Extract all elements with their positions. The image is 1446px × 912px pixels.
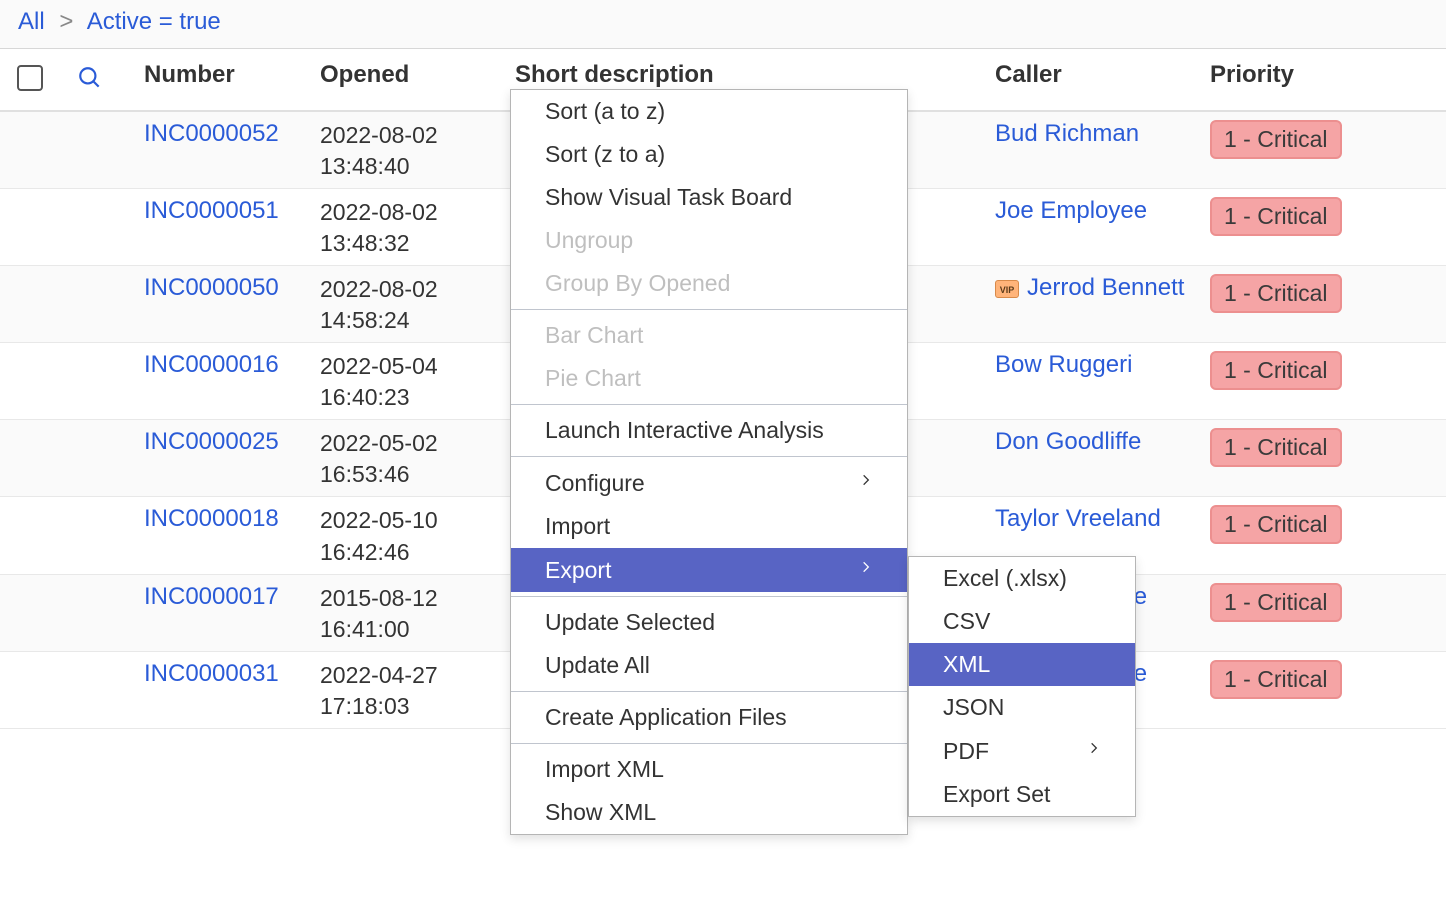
priority-badge: 1 - Critical (1210, 660, 1342, 699)
menu-divider (511, 596, 907, 597)
caller-link[interactable]: Bud Richman (995, 120, 1139, 147)
breadcrumb-sep: > (59, 8, 73, 35)
breadcrumb: All > Active = true (0, 0, 1446, 49)
search-icon[interactable] (77, 65, 103, 98)
opened-timestamp: 2022-08-0214:58:24 (320, 274, 515, 336)
caller-link[interactable]: Jerrod Bennett (1027, 274, 1184, 301)
submenu-pdf[interactable]: PDF (909, 729, 1135, 773)
menu-update-all[interactable]: Update All (511, 644, 907, 687)
col-header-short-description[interactable]: Short description (515, 61, 995, 89)
breadcrumb-all[interactable]: All (18, 8, 45, 35)
submenu-csv[interactable]: CSV (909, 600, 1135, 643)
menu-show-xml[interactable]: Show XML (511, 791, 907, 834)
select-all-checkbox[interactable] (17, 65, 43, 91)
priority-badge: 1 - Critical (1210, 197, 1342, 236)
context-menu: Sort (a to z) Sort (z to a) Show Visual … (510, 89, 908, 835)
submenu-json[interactable]: JSON (909, 686, 1135, 729)
priority-badge: 1 - Critical (1210, 583, 1342, 622)
incident-number-link[interactable]: INC0000018 (144, 505, 279, 532)
vip-icon: VIP (995, 280, 1019, 298)
menu-sort-za[interactable]: Sort (z to a) (511, 133, 907, 176)
submenu-export-set[interactable]: Export Set (909, 773, 1135, 816)
menu-ungroup: Ungroup (511, 219, 907, 262)
incident-number-link[interactable]: INC0000016 (144, 351, 279, 378)
priority-badge: 1 - Critical (1210, 428, 1342, 467)
menu-divider (511, 309, 907, 310)
menu-configure[interactable]: Configure (511, 461, 907, 505)
incident-number-link[interactable]: INC0000050 (144, 274, 279, 301)
menu-divider (511, 456, 907, 457)
chevron-right-icon (859, 469, 873, 497)
caller-link[interactable]: Taylor Vreeland (995, 505, 1161, 532)
opened-timestamp: 2015-08-1216:41:00 (320, 583, 515, 645)
opened-timestamp: 2022-05-1016:42:46 (320, 505, 515, 567)
export-submenu: Excel (.xlsx) CSV XML JSON PDF Export Se… (908, 556, 1136, 817)
menu-pie-chart: Pie Chart (511, 357, 907, 400)
opened-timestamp: 2022-05-0416:40:23 (320, 351, 515, 413)
breadcrumb-filter[interactable]: Active = true (87, 8, 221, 35)
menu-group-by-opened: Group By Opened (511, 262, 907, 305)
caller-link[interactable]: Joe Employee (995, 197, 1147, 224)
incident-number-link[interactable]: INC0000017 (144, 583, 279, 610)
col-header-caller[interactable]: Caller (995, 61, 1210, 89)
caller-link[interactable]: Bow Ruggeri (995, 351, 1132, 378)
opened-timestamp: 2022-08-0213:48:40 (320, 120, 515, 182)
incident-number-link[interactable]: INC0000052 (144, 120, 279, 147)
col-header-priority[interactable]: Priority (1210, 61, 1380, 89)
priority-badge: 1 - Critical (1210, 351, 1342, 390)
menu-bar-chart: Bar Chart (511, 314, 907, 357)
menu-divider (511, 691, 907, 692)
menu-import-xml[interactable]: Import XML (511, 748, 907, 791)
menu-create-application-files[interactable]: Create Application Files (511, 696, 907, 739)
menu-update-selected[interactable]: Update Selected (511, 601, 907, 644)
menu-divider (511, 404, 907, 405)
opened-timestamp: 2022-04-2717:18:03 (320, 660, 515, 722)
menu-launch-interactive-analysis[interactable]: Launch Interactive Analysis (511, 409, 907, 452)
col-header-opened[interactable]: Opened (320, 61, 515, 89)
incident-number-link[interactable]: INC0000031 (144, 660, 279, 687)
priority-badge: 1 - Critical (1210, 505, 1342, 544)
chevron-right-icon (859, 556, 873, 584)
priority-badge: 1 - Critical (1210, 274, 1342, 313)
chevron-right-icon (1087, 737, 1101, 765)
priority-badge: 1 - Critical (1210, 120, 1342, 159)
menu-show-visual-task-board[interactable]: Show Visual Task Board (511, 176, 907, 219)
menu-sort-az[interactable]: Sort (a to z) (511, 90, 907, 133)
submenu-excel[interactable]: Excel (.xlsx) (909, 557, 1135, 600)
col-header-number[interactable]: Number (120, 61, 320, 89)
menu-import[interactable]: Import (511, 505, 907, 548)
menu-divider (511, 743, 907, 744)
incident-number-link[interactable]: INC0000051 (144, 197, 279, 224)
submenu-xml[interactable]: XML (909, 643, 1135, 686)
caller-link[interactable]: Don Goodliffe (995, 428, 1141, 455)
menu-export[interactable]: Export (511, 548, 907, 592)
incident-number-link[interactable]: INC0000025 (144, 428, 279, 455)
opened-timestamp: 2022-05-0216:53:46 (320, 428, 515, 490)
opened-timestamp: 2022-08-0213:48:32 (320, 197, 515, 259)
